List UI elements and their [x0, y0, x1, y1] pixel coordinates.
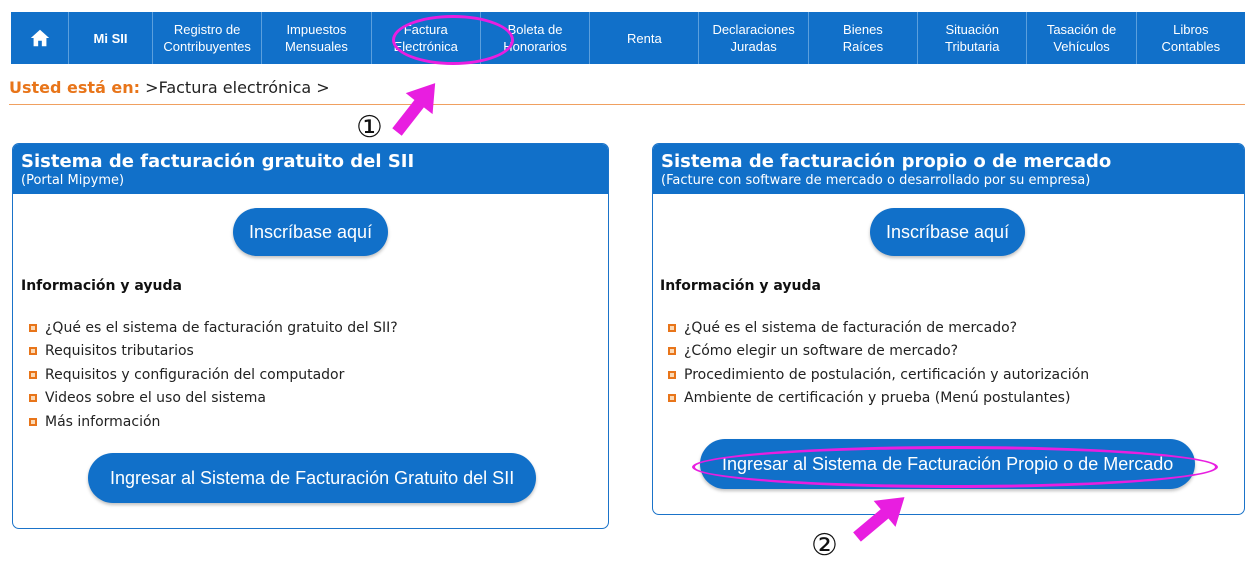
main-nav: Mi SII Registro de Contribuyentes Impues…	[11, 12, 1245, 64]
list-item[interactable]: Procedimiento de postulación, certificac…	[668, 363, 1089, 387]
link-label: Requisitos y configuración del computado…	[45, 366, 345, 383]
bullet-icon	[29, 417, 37, 426]
enter-market-system-button[interactable]: Ingresar al Sistema de Facturación Propi…	[700, 439, 1196, 489]
nav-item-mi-sii[interactable]: Mi SII	[69, 12, 153, 64]
nav-item-renta[interactable]: Renta	[590, 12, 700, 64]
free-billing-panel: Sistema de facturación gratuito del SII …	[12, 143, 609, 529]
nav-item-bienes-raices[interactable]: Bienes Raíces	[809, 12, 919, 64]
nav-item-boleta-honorarios[interactable]: Boleta de Honorarios	[481, 12, 591, 64]
signup-button[interactable]: Inscríbase aquí	[870, 208, 1026, 256]
bullet-icon	[29, 323, 37, 332]
nav-item-declaraciones-juradas[interactable]: Declaraciones Juradas	[699, 12, 809, 64]
list-item[interactable]: Requisitos tributarios	[29, 340, 398, 364]
step-two-marker: ②	[811, 528, 838, 563]
nav-item-factura-electronica[interactable]: Factura Electrónica	[372, 12, 481, 64]
bullet-icon	[668, 370, 676, 379]
home-icon	[30, 29, 49, 47]
home-button[interactable]	[11, 12, 69, 64]
panel-title: Sistema de facturación propio o de merca…	[661, 151, 1112, 172]
link-label: Videos sobre el uso del sistema	[45, 390, 266, 407]
link-label: ¿Qué es el sistema de facturación de mer…	[684, 319, 1018, 336]
link-label: ¿Cómo elegir un software de mercado?	[684, 343, 959, 360]
nav-item-situacion-tributaria[interactable]: Situación Tributaria	[918, 12, 1028, 64]
help-links: ¿Qué es el sistema de facturación de mer…	[668, 316, 1089, 410]
panel-header: Sistema de facturación gratuito del SII …	[13, 144, 608, 194]
info-heading: Información y ayuda	[21, 278, 182, 294]
nav-item-impuestos-mensuales[interactable]: Impuestos Mensuales	[262, 12, 372, 64]
panel-header: Sistema de facturación propio o de merca…	[653, 144, 1244, 194]
link-label: Requisitos tributarios	[45, 343, 194, 360]
bullet-icon	[29, 394, 37, 403]
list-item[interactable]: ¿Qué es el sistema de facturación gratui…	[29, 316, 398, 340]
list-item[interactable]: ¿Cómo elegir un software de mercado?	[668, 340, 1089, 364]
market-billing-panel: Sistema de facturación propio o de merca…	[652, 143, 1245, 515]
step-one-marker: ①	[356, 110, 383, 145]
list-item[interactable]: Ambiente de certificación y prueba (Menú…	[668, 387, 1089, 411]
bullet-icon	[668, 323, 676, 332]
breadcrumb-label: Usted está en:	[9, 78, 141, 97]
enter-free-system-button[interactable]: Ingresar al Sistema de Facturación Gratu…	[88, 453, 537, 503]
info-heading: Información y ayuda	[660, 278, 821, 294]
breadcrumb-divider	[9, 104, 1245, 105]
nav-item-registro-contribuyentes[interactable]: Registro de Contribuyentes	[153, 12, 263, 64]
link-label: Ambiente de certificación y prueba (Menú…	[684, 390, 1071, 407]
nav-item-libros-contables[interactable]: Libros Contables	[1137, 12, 1245, 64]
list-item[interactable]: ¿Qué es el sistema de facturación de mer…	[668, 316, 1089, 340]
bullet-icon	[668, 347, 676, 356]
breadcrumb-item-factura-electronica[interactable]: >Factura electrónica >	[145, 78, 330, 97]
bullet-icon	[668, 394, 676, 403]
help-links: ¿Qué es el sistema de facturación gratui…	[29, 316, 398, 434]
link-label: Procedimiento de postulación, certificac…	[684, 366, 1090, 383]
arrow-icon	[392, 83, 436, 136]
breadcrumb: Usted está en: >Factura electrónica >	[9, 78, 330, 97]
bullet-icon	[29, 370, 37, 379]
list-item[interactable]: Videos sobre el uso del sistema	[29, 387, 398, 411]
signup-button[interactable]: Inscríbase aquí	[233, 208, 389, 256]
panel-subtitle: (Portal Mipyme)	[21, 173, 125, 188]
list-item[interactable]: Más información	[29, 410, 398, 434]
bullet-icon	[29, 347, 37, 356]
nav-item-tasacion-vehiculos[interactable]: Tasación de Vehículos	[1027, 12, 1137, 64]
link-label: ¿Qué es el sistema de facturación gratui…	[45, 319, 398, 336]
link-label: Más información	[45, 413, 161, 430]
list-item[interactable]: Requisitos y configuración del computado…	[29, 363, 398, 387]
panel-title: Sistema de facturación gratuito del SII	[21, 151, 415, 172]
panel-subtitle: (Facture con software de mercado o desar…	[661, 173, 1091, 188]
